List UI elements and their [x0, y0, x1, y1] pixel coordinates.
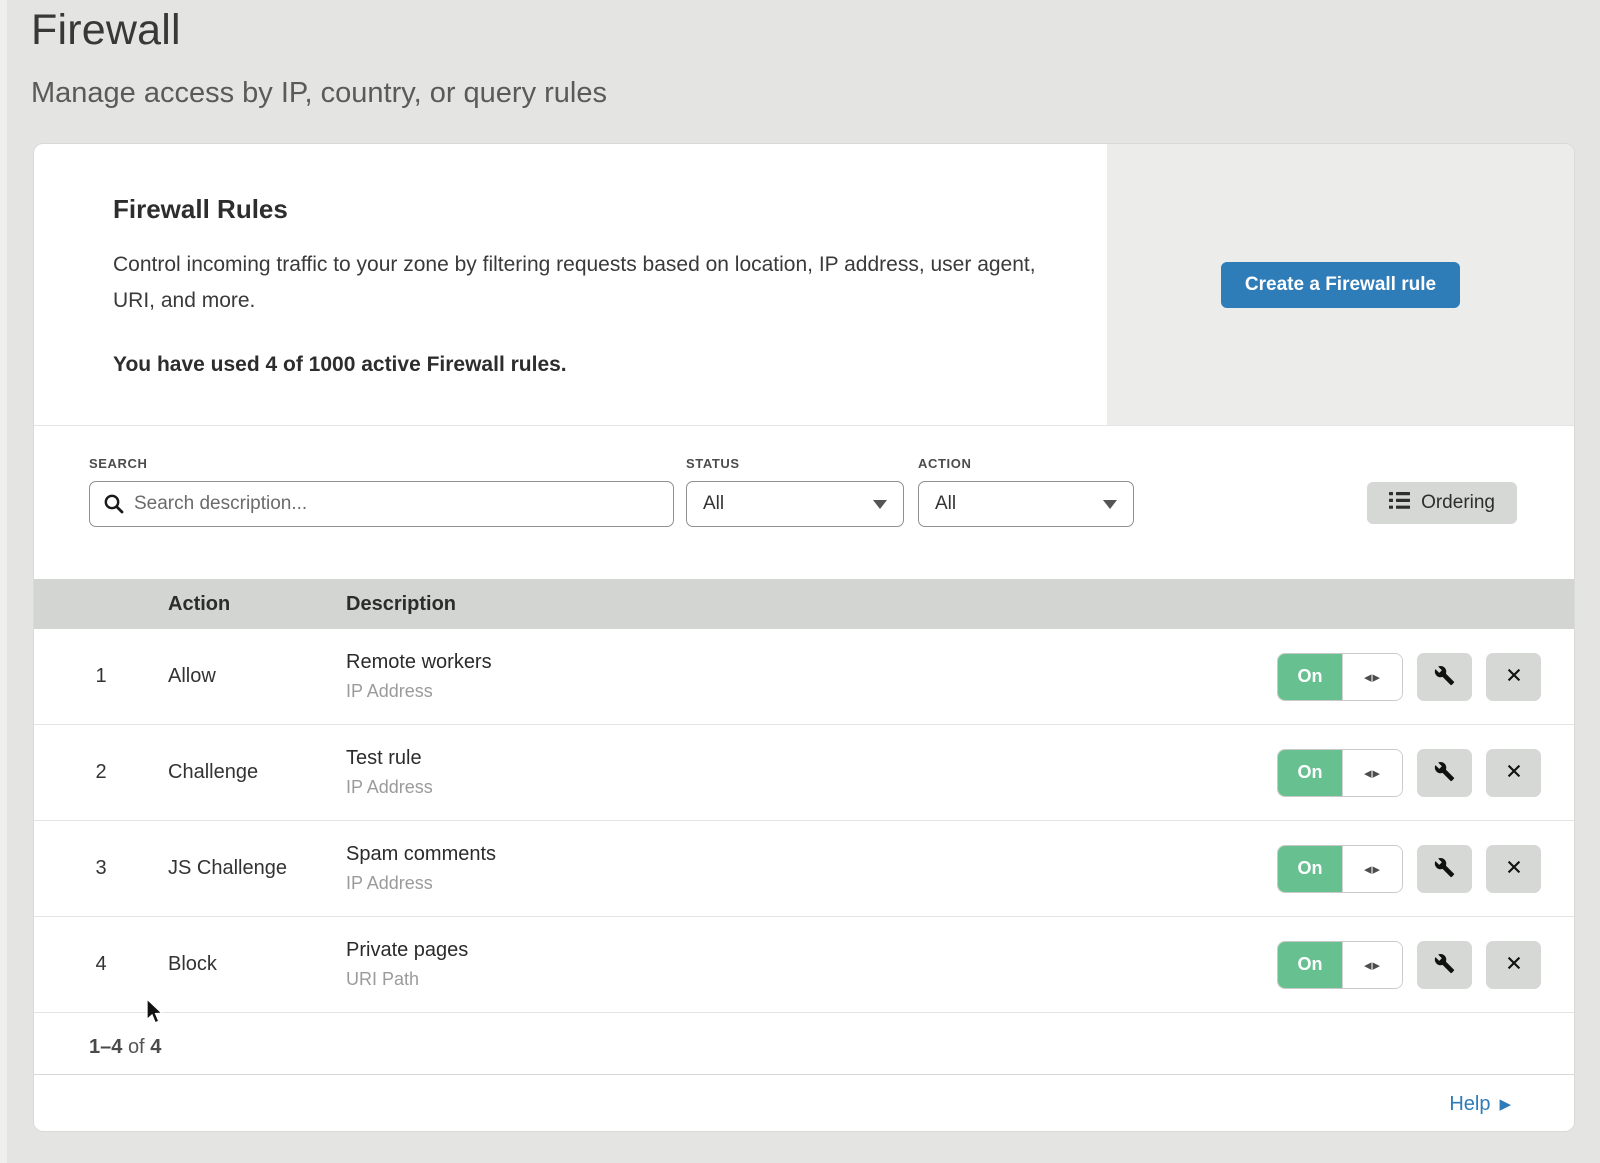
- action-filter-group: ACTION All: [918, 456, 1134, 527]
- delete-rule-button[interactable]: [1486, 845, 1541, 893]
- status-label: STATUS: [686, 456, 904, 471]
- left-right-arrows-icon: ◂▸: [1342, 654, 1402, 700]
- rule-match-type: IP Address: [346, 777, 1244, 798]
- edit-rule-button[interactable]: [1417, 749, 1472, 797]
- wrench-icon: [1434, 665, 1455, 689]
- rule-match-type: IP Address: [346, 681, 1244, 702]
- search-box: [89, 481, 674, 527]
- table-row: 4 Block Private pages URI Path On ◂▸: [34, 917, 1574, 1013]
- rule-description-cell: Private pages URI Path: [346, 939, 1244, 990]
- status-filter-group: STATUS All: [686, 456, 904, 527]
- pagination-total: 4: [150, 1036, 161, 1058]
- help-arrow-icon: ▶: [1499, 1095, 1511, 1113]
- overview-action-panel: Create a Firewall rule: [1107, 144, 1574, 425]
- search-label: SEARCH: [89, 456, 674, 471]
- help-link[interactable]: Help ▶: [1449, 1093, 1511, 1116]
- mouse-cursor: [146, 998, 165, 1030]
- rule-enabled-toggle[interactable]: On ◂▸: [1277, 941, 1403, 989]
- wrench-icon: [1434, 857, 1455, 881]
- close-icon: [1504, 953, 1524, 976]
- ordered-list-icon: [1389, 492, 1410, 515]
- rule-controls: On ◂▸: [1244, 941, 1574, 989]
- edit-rule-button[interactable]: [1417, 941, 1472, 989]
- overview-text-block: Firewall Rules Control incoming traffic …: [34, 144, 1107, 425]
- table-row: 3 JS Challenge Spam comments IP Address …: [34, 821, 1574, 917]
- rule-priority: 2: [34, 761, 168, 784]
- description-column-header: Description: [346, 593, 1244, 616]
- overview-heading: Firewall Rules: [113, 194, 1067, 225]
- rule-enabled-toggle[interactable]: On ◂▸: [1277, 653, 1403, 701]
- page-left-edge: [0, 0, 7, 1163]
- page-title: Firewall: [31, 6, 607, 55]
- action-select-value: All: [935, 493, 956, 515]
- edit-rule-button[interactable]: [1417, 653, 1472, 701]
- close-icon: [1504, 665, 1524, 688]
- search-filter-group: SEARCH: [89, 456, 674, 527]
- firewall-rules-card: Firewall Rules Control incoming traffic …: [33, 143, 1575, 1132]
- wrench-icon: [1434, 953, 1455, 977]
- filter-bar: SEARCH STATUS All ACTION All: [34, 426, 1574, 579]
- ordering-button-label: Ordering: [1421, 492, 1495, 514]
- rule-match-type: URI Path: [346, 969, 1244, 990]
- toggle-on-segment: On: [1278, 750, 1342, 796]
- search-icon: [103, 493, 125, 515]
- action-column-header: Action: [168, 593, 346, 616]
- status-select[interactable]: All: [686, 481, 904, 527]
- rule-action: Challenge: [168, 761, 346, 784]
- delete-rule-button[interactable]: [1486, 653, 1541, 701]
- rule-enabled-toggle[interactable]: On ◂▸: [1277, 845, 1403, 893]
- left-right-arrows-icon: ◂▸: [1342, 750, 1402, 796]
- toggle-on-segment: On: [1278, 846, 1342, 892]
- card-footer: Help ▶: [34, 1074, 1574, 1132]
- ordering-button[interactable]: Ordering: [1367, 482, 1517, 524]
- table-header-row: Action Description: [34, 579, 1574, 629]
- pagination-range: 1–4: [89, 1036, 122, 1058]
- table-row: 2 Challenge Test rule IP Address On ◂▸: [34, 725, 1574, 821]
- help-link-label: Help: [1449, 1093, 1490, 1116]
- search-input[interactable]: [89, 481, 674, 527]
- rule-controls: On ◂▸: [1244, 653, 1574, 701]
- usage-summary: You have used 4 of 1000 active Firewall …: [113, 353, 1067, 377]
- status-select-value: All: [703, 493, 724, 515]
- left-right-arrows-icon: ◂▸: [1342, 846, 1402, 892]
- overview-section: Firewall Rules Control incoming traffic …: [34, 144, 1574, 426]
- toggle-on-segment: On: [1278, 654, 1342, 700]
- chevron-down-icon: [1103, 500, 1117, 509]
- rule-action: JS Challenge: [168, 857, 346, 880]
- rule-priority: 4: [34, 953, 168, 976]
- rule-description: Spam comments: [346, 843, 1244, 866]
- action-label: ACTION: [918, 456, 1134, 471]
- action-select[interactable]: All: [918, 481, 1134, 527]
- rule-description-cell: Spam comments IP Address: [346, 843, 1244, 894]
- rule-action: Allow: [168, 665, 346, 688]
- close-icon: [1504, 857, 1524, 880]
- rule-action: Block: [168, 953, 346, 976]
- rule-description: Private pages: [346, 939, 1244, 962]
- rule-priority: 1: [34, 665, 168, 688]
- delete-rule-button[interactable]: [1486, 941, 1541, 989]
- rule-description-cell: Test rule IP Address: [346, 747, 1244, 798]
- rule-priority: 3: [34, 857, 168, 880]
- pagination-of: of: [128, 1036, 145, 1058]
- rule-enabled-toggle[interactable]: On ◂▸: [1277, 749, 1403, 797]
- create-firewall-rule-button[interactable]: Create a Firewall rule: [1221, 262, 1460, 308]
- rule-controls: On ◂▸: [1244, 845, 1574, 893]
- wrench-icon: [1434, 761, 1455, 785]
- rule-description: Test rule: [346, 747, 1244, 770]
- left-right-arrows-icon: ◂▸: [1342, 942, 1402, 988]
- rule-controls: On ◂▸: [1244, 749, 1574, 797]
- rule-description-cell: Remote workers IP Address: [346, 651, 1244, 702]
- toggle-on-segment: On: [1278, 942, 1342, 988]
- table-row: 1 Allow Remote workers IP Address On ◂▸: [34, 629, 1574, 725]
- page-subtitle: Manage access by IP, country, or query r…: [31, 77, 607, 110]
- edit-rule-button[interactable]: [1417, 845, 1472, 893]
- rule-match-type: IP Address: [346, 873, 1244, 894]
- page-header: Firewall Manage access by IP, country, o…: [31, 6, 607, 110]
- rule-description: Remote workers: [346, 651, 1244, 674]
- pagination: 1–4 of 4: [34, 1013, 1574, 1074]
- overview-description: Control incoming traffic to your zone by…: [113, 247, 1063, 320]
- close-icon: [1504, 761, 1524, 784]
- chevron-down-icon: [873, 500, 887, 509]
- delete-rule-button[interactable]: [1486, 749, 1541, 797]
